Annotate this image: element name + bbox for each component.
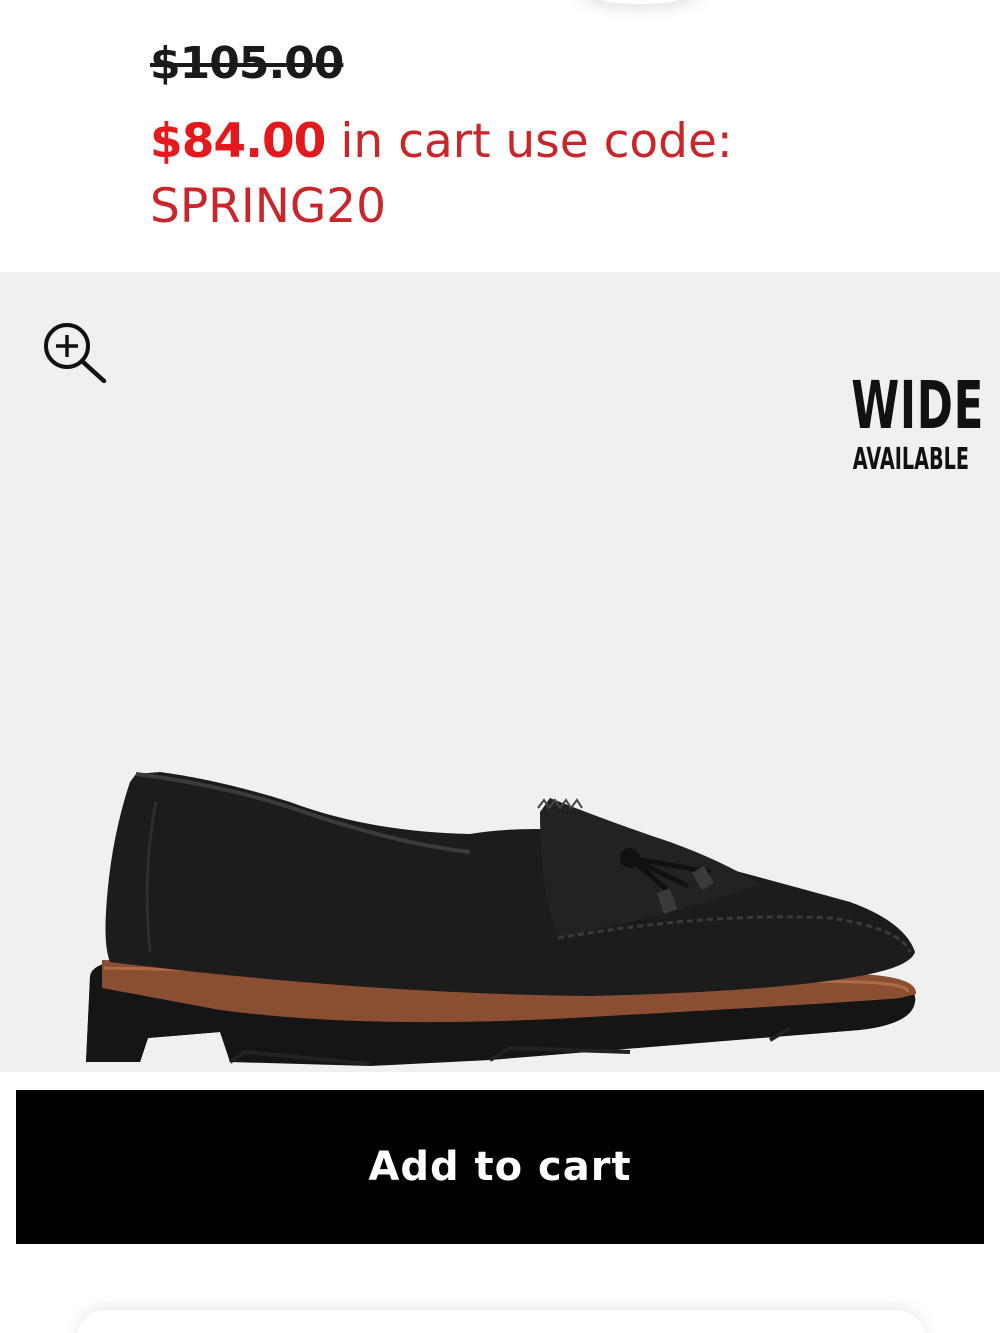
zoom-in-icon[interactable] xyxy=(40,319,110,384)
wide-available-badge: WIDE AVAILABLE xyxy=(824,370,984,478)
shoe-upper xyxy=(105,772,915,996)
product-image-area: WIDE AVAILABLE xyxy=(0,272,1000,1072)
add-to-cart-button[interactable]: Add to cart xyxy=(16,1090,984,1244)
original-price: $105.00 xyxy=(150,38,344,89)
promo-text: in cart use code: xyxy=(325,114,733,169)
image-button-gap xyxy=(0,1072,1000,1090)
top-card-edge xyxy=(580,0,700,4)
sale-price: $84.00 xyxy=(150,114,326,169)
product-page: $105.00 $84.00 in cart use code: SPRING2… xyxy=(0,0,1000,1333)
promo-line: $84.00 in cart use code: xyxy=(150,112,950,172)
promo-code: SPRING20 xyxy=(150,179,387,234)
badge-wide-text: WIDE xyxy=(851,367,985,444)
price-block: $105.00 $84.00 in cart use code: SPRING2… xyxy=(150,34,950,237)
loafer-shoe-image xyxy=(86,772,917,1066)
bottom-card-edge xyxy=(76,1310,926,1333)
badge-available-text: AVAILABLE xyxy=(852,442,969,477)
